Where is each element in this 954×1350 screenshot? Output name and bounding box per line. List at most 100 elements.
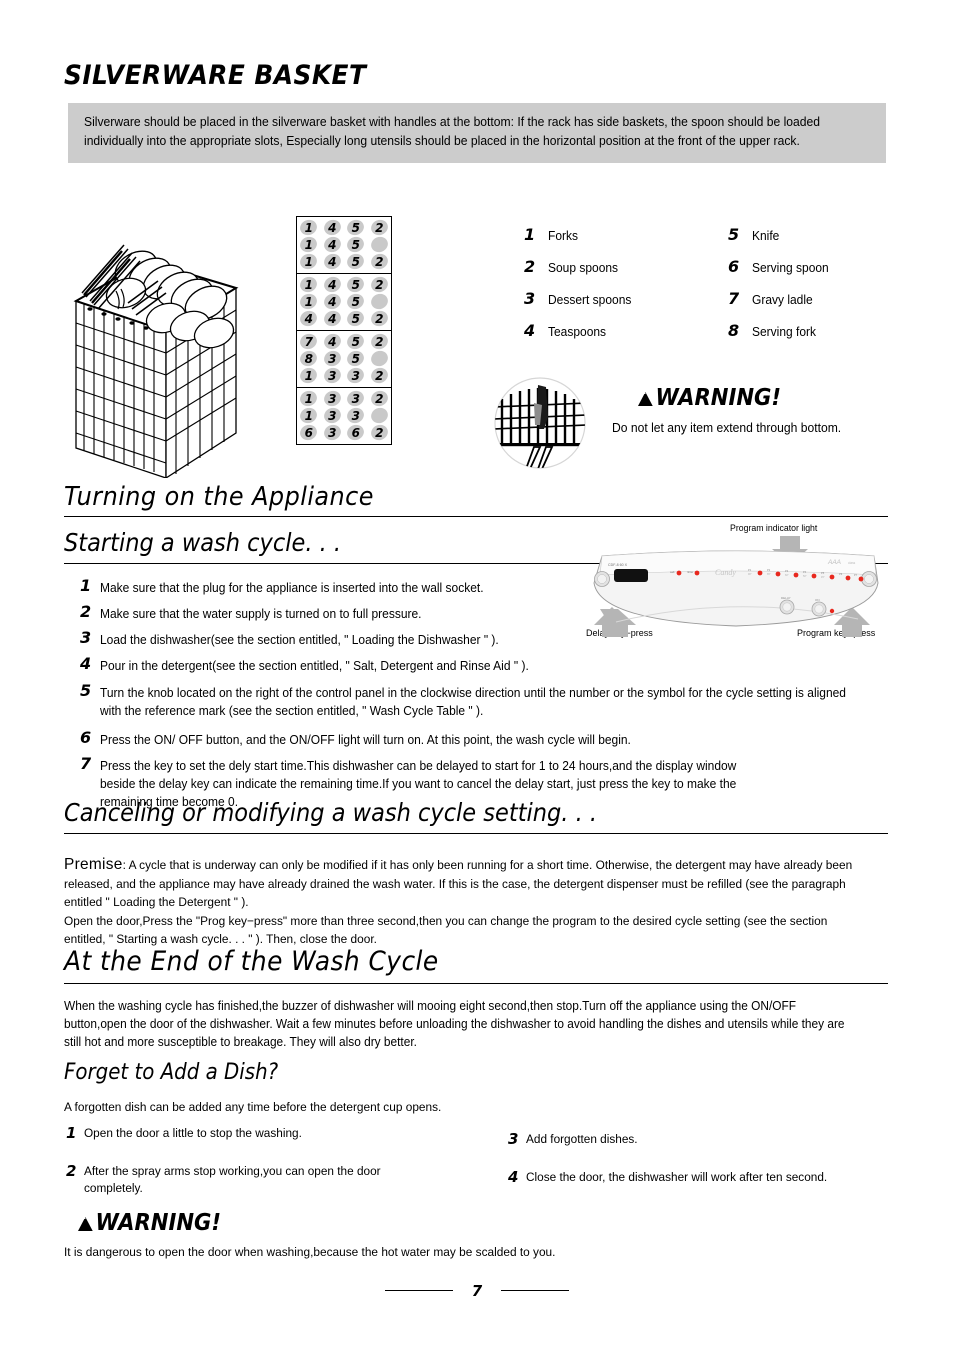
- grid-row: 1452: [297, 273, 391, 295]
- grid-cell: 2: [368, 421, 390, 443]
- forget-step-text: Add forgotten dishes.: [526, 1132, 638, 1146]
- grid-cell: 5: [345, 347, 367, 369]
- intro-text: Silverware should be placed in the silve…: [84, 115, 821, 148]
- forget-step-number: 3: [508, 1130, 519, 1148]
- grid-row: 133: [297, 404, 391, 426]
- legend-item-label: Serving spoon: [752, 261, 829, 275]
- grid-cell-number: 4: [328, 311, 337, 326]
- page-footer: 7: [0, 1282, 954, 1301]
- grid-cell-number: 3: [328, 408, 337, 423]
- legend-item-number: 6: [728, 257, 740, 276]
- grid-box: 14521454452: [296, 273, 392, 330]
- grid-cell: [368, 347, 390, 369]
- basket-drawing-svg: [73, 244, 239, 480]
- wash-cycle-step: 2 Make sure that the water supply is turn…: [80, 603, 890, 623]
- grid-cell: 1: [298, 290, 320, 312]
- grid-cell-number: 3: [351, 391, 360, 406]
- grid-cell-number: 7: [304, 334, 313, 349]
- forget-step-number: 4: [508, 1168, 519, 1187]
- grid-cell: 2: [368, 364, 390, 386]
- step-number: 5: [80, 680, 92, 700]
- grid-cell: 3: [321, 387, 343, 409]
- grid-cell-number: 1: [304, 220, 313, 235]
- svg-text:P3: P3: [785, 569, 789, 573]
- grid-cell-number: 1: [304, 294, 313, 309]
- forget-intro-text: A forgotten dish can be added any time b…: [64, 1100, 442, 1114]
- utensil-blob-icon: [368, 404, 390, 426]
- grid-cell: 8: [298, 347, 320, 369]
- step-text: Pour in the detergent(see the section en…: [100, 659, 529, 674]
- grid-cell-number: 3: [328, 351, 337, 366]
- grid-cell: 3: [345, 387, 367, 409]
- grid-cell: 2: [368, 387, 390, 409]
- grid-cell: 4: [321, 307, 343, 329]
- forget-step-text: Close the door, the dishwasher will work…: [526, 1170, 828, 1185]
- warning-bottom-text: It is dangerous to open the door when wa…: [64, 1245, 556, 1259]
- step-text: Make sure that the water supply is turne…: [100, 607, 422, 622]
- legend-item: 4 Teaspoons: [524, 321, 635, 353]
- legend-item-label: Soup spoons: [548, 261, 619, 275]
- utensil-blob-icon: [368, 233, 390, 255]
- intro-callout-band: Silverware should be placed in the silve…: [68, 103, 886, 163]
- grid-cell: 6: [298, 421, 320, 443]
- led-rinse: [694, 570, 700, 576]
- forget-steps-right: 3 Add forgotten dishes. 4 Close the door, t…: [508, 1130, 898, 1206]
- grid-box: 14521451452: [296, 216, 392, 273]
- step-number: 3: [80, 628, 92, 648]
- grid-cell: 1: [298, 250, 320, 272]
- grid-cell: 1: [298, 233, 320, 255]
- forget-step-number: 2: [66, 1162, 77, 1181]
- svg-text:rinse: rinse: [687, 570, 694, 574]
- grid-cell-number: 2: [375, 391, 384, 406]
- grid-cell-number: 1: [304, 277, 313, 292]
- grid-box: 13321336362: [296, 387, 392, 445]
- grid-cell: 2: [368, 307, 390, 329]
- grid-cell: 1: [298, 273, 320, 295]
- grid-row: 4452: [297, 307, 391, 329]
- grid-cell: 2: [368, 330, 390, 352]
- grid-cell-number: 8: [304, 351, 313, 366]
- svg-text:salt: salt: [670, 570, 675, 574]
- grid-cell-number: 3: [351, 408, 360, 423]
- grid-cell: [368, 404, 390, 426]
- legend-column-right: 5 Knife 6 Serving spoon 7 Gravy ladle 8 Serving…: [728, 225, 832, 353]
- grid-row: 6362: [297, 421, 391, 443]
- footer-rule-left: [385, 1290, 454, 1291]
- grid-cell-number: 1: [304, 237, 313, 252]
- grid-cell-number: 2: [375, 368, 384, 383]
- grid-row: 145: [297, 233, 391, 255]
- wash-cycle-step: 1 Make sure that the plug for the applian…: [80, 577, 890, 597]
- grid-cell: 4: [321, 330, 343, 352]
- grid-cell-number: 4: [304, 311, 313, 326]
- grid-cell-number: 4: [328, 334, 337, 349]
- premise-body: : A cycle that is underway can only be m…: [64, 858, 853, 910]
- grid-cell-number: 1: [304, 368, 313, 383]
- grid-cell-number: 5: [351, 311, 360, 326]
- grid-cell: 2: [368, 250, 390, 272]
- grid-cell: 4: [321, 233, 343, 255]
- grid-cell-number: 5: [351, 294, 360, 309]
- page-title-silverware-basket: SILVERWARE BASKET: [64, 60, 367, 91]
- legend-item: 3 Dessert spoons: [524, 289, 635, 321]
- premise-paragraph: Premise: A cycle that is underway can on…: [64, 853, 859, 912]
- grid-cell-number: 5: [351, 254, 360, 269]
- legend-item: 8 Serving fork: [728, 321, 832, 353]
- legend-item: 5 Knife: [728, 225, 832, 257]
- grid-cell-number: 2: [375, 425, 384, 440]
- grid-cell: 5: [345, 330, 367, 352]
- warning-bottom-heading: WARNING!: [78, 1210, 221, 1236]
- step-number: 4: [80, 654, 92, 674]
- forget-step: 4 Close the door, the dishwasher will wor…: [508, 1168, 898, 1186]
- grid-row: 835: [297, 347, 391, 369]
- grid-cell: 1: [298, 216, 320, 238]
- utensil-blob-icon: [368, 290, 390, 312]
- section-forget-to-add-dish: Forget to Add a Dish?: [64, 1060, 888, 1085]
- grid-cell-number: 5: [351, 237, 360, 252]
- grid-cell-number: 6: [304, 425, 313, 440]
- svg-text:P6: P6: [839, 572, 843, 576]
- svg-text:P4: P4: [803, 570, 807, 574]
- step-number: 7: [80, 753, 92, 773]
- divider: [64, 516, 888, 517]
- cancel-paragraph-2: Open the door,Press the "Prog key−press"…: [64, 914, 828, 947]
- grid-cell-number: 4: [328, 254, 337, 269]
